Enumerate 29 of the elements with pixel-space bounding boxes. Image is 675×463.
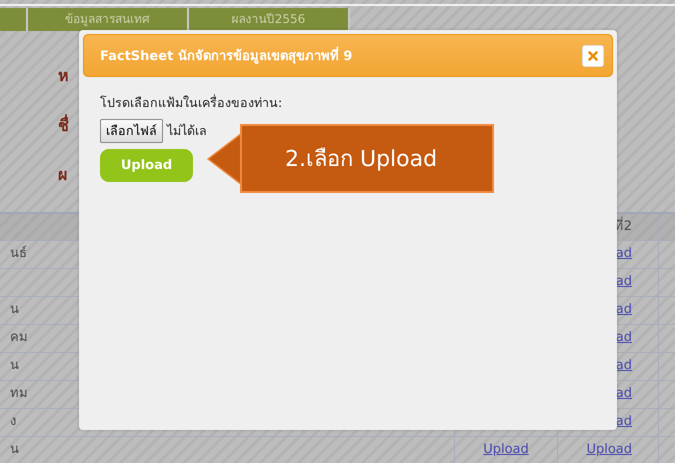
close-icon [588, 50, 598, 60]
upload-link[interactable]: ad [616, 386, 632, 401]
table-cell: ง [10, 414, 16, 429]
table-cell: คม [10, 330, 28, 345]
table-cell: น [10, 358, 19, 373]
table-cell: น [10, 442, 19, 457]
upload-link[interactable]: ad [616, 330, 632, 345]
upload-button[interactable]: Upload [100, 149, 193, 182]
tab[interactable] [0, 8, 28, 31]
upload-link[interactable]: ad [616, 274, 632, 289]
table-cell: นธ์ [10, 246, 27, 261]
upload-link[interactable]: ad [616, 302, 632, 317]
upload-link[interactable]: Upload [483, 442, 529, 457]
upload-link[interactable]: Upload [586, 442, 632, 457]
file-status: ไม่ได้เล [167, 122, 207, 140]
field-label: ผ [58, 164, 68, 186]
upload-link[interactable]: ad [616, 414, 632, 429]
prompt-text: โปรดเลือกแฟ้มในเครื่องของท่าน: [100, 93, 284, 112]
upload-link[interactable]: ad [616, 246, 632, 261]
field-label: ห [58, 65, 70, 87]
choose-file-button[interactable]: เลือกไฟล์ [100, 119, 163, 143]
dialog-title: FactSheet นักจัดการข้อมูลเขตสุขภาพที่ 9 [100, 45, 352, 66]
close-button[interactable] [582, 44, 604, 66]
table-cell: น [10, 302, 19, 317]
table-cell: ทม [10, 386, 28, 401]
upload-link[interactable]: ad [616, 358, 632, 373]
tab[interactable]: ข้อมูลสารสนเทศ [28, 8, 189, 31]
field-label: ชื่ [58, 113, 70, 137]
tab[interactable]: ผลงานปี2556 [189, 8, 350, 31]
